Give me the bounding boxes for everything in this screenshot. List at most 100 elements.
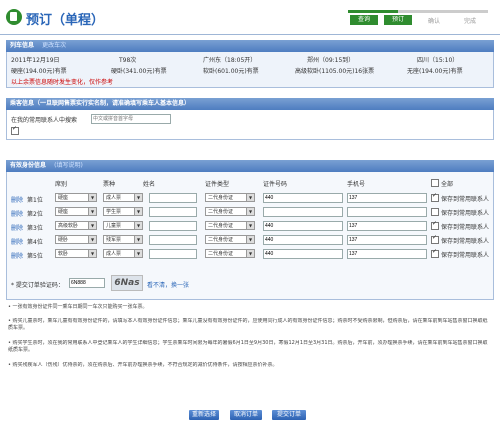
- passenger-position: 第2位: [27, 211, 43, 218]
- ticket-icon: [6, 9, 22, 25]
- train-from: 广州东（18:05开）: [203, 57, 257, 64]
- seat-info: 硬座(194.00元)有票: [11, 68, 67, 75]
- train-info-header: 列车信息 更改车次: [6, 40, 494, 52]
- chevron-down-icon: ▼: [246, 208, 254, 215]
- passenger-name-input[interactable]: [149, 235, 197, 245]
- passenger-position: 第4位: [27, 239, 43, 246]
- passenger-position: 第1位: [27, 197, 43, 204]
- col-idtype: 证件类型: [205, 181, 230, 188]
- change-train-link[interactable]: 更改车次: [42, 42, 66, 49]
- delete-row-link[interactable]: 删除: [11, 223, 23, 232]
- chevron-down-icon: ▼: [134, 208, 142, 215]
- delete-row-link[interactable]: 删除: [11, 251, 23, 260]
- id-type-select[interactable]: 二代身份证 ▼: [205, 193, 255, 202]
- train-to: 四川（15:10）: [417, 57, 459, 64]
- delete-row-link[interactable]: 删除: [11, 195, 23, 204]
- save-contact-label: 保存到常用联系人: [441, 252, 490, 259]
- step-query: 查询: [350, 15, 378, 25]
- train-via: 郑州（09:15到）: [307, 57, 355, 64]
- chevron-down-icon: ▼: [246, 236, 254, 243]
- ticket-type-select[interactable]: 成人票 ▼: [103, 249, 143, 258]
- col-all: 全部: [441, 181, 454, 188]
- save-contact-checkbox[interactable]: [431, 208, 439, 216]
- chevron-down-icon: ▼: [88, 208, 96, 215]
- save-contact-checkbox[interactable]: [431, 234, 439, 244]
- id-number-input[interactable]: [263, 235, 343, 245]
- phone-input[interactable]: [347, 249, 427, 259]
- seat-select[interactable]: 硬座 ▼: [55, 207, 97, 216]
- train-date: 2011年12月19日: [11, 57, 60, 64]
- captcha-input[interactable]: [69, 278, 105, 288]
- chevron-down-icon: ▼: [246, 222, 254, 229]
- seat-select[interactable]: 软卧 ▼: [55, 249, 97, 258]
- notes-list: • 一张有效身份证件同一乘车日期同一车次只能购买一张车票。 • 购买儿童票时，乘…: [8, 304, 492, 384]
- progress-steps: 查询 预订 确认 完成: [348, 10, 488, 28]
- save-contact-checkbox[interactable]: [431, 248, 439, 258]
- captcha-label: * 提交订单验证码：: [11, 282, 64, 289]
- phone-input[interactable]: [347, 207, 427, 217]
- id-info-header: 有效身份信息 (填写说明): [6, 160, 494, 172]
- save-contact-label: 保存到常用联系人: [441, 210, 490, 217]
- save-contact-checkbox[interactable]: [431, 220, 439, 230]
- chevron-down-icon: ▼: [88, 222, 96, 229]
- seat-info: 无座(194.00元)有票: [407, 68, 463, 75]
- chevron-down-icon: ▼: [88, 236, 96, 243]
- col-seat: 席别: [55, 181, 68, 188]
- contact-select-checkbox[interactable]: [11, 125, 19, 135]
- seat-info: 高级软卧(1105.00元)16张票: [295, 68, 375, 75]
- id-number-input[interactable]: [263, 207, 343, 217]
- refresh-captcha-link[interactable]: 看不清，换一张: [147, 280, 189, 289]
- chevron-down-icon: ▼: [134, 236, 142, 243]
- captcha-image: 6Nas: [111, 275, 143, 291]
- phone-input[interactable]: [347, 193, 427, 203]
- page-title: 预订（单程）: [26, 13, 105, 28]
- save-contact-label: 保存到常用联系人: [441, 224, 490, 231]
- contact-search-input[interactable]: [91, 114, 171, 124]
- chevron-down-icon: ▼: [88, 250, 96, 257]
- ticket-type-select[interactable]: 儿童票 ▼: [103, 221, 143, 230]
- step-confirm: 确认: [427, 18, 440, 25]
- passenger-position: 第5位: [27, 253, 43, 260]
- reselect-button[interactable]: 重新选择: [189, 410, 219, 420]
- seat-select[interactable]: 高级软卧 ▼: [55, 221, 97, 230]
- chevron-down-icon: ▼: [246, 194, 254, 201]
- seat-info: 硬卧(341.00元)有票: [111, 68, 167, 75]
- delete-row-link[interactable]: 删除: [11, 209, 23, 218]
- passenger-name-input[interactable]: [149, 221, 197, 231]
- passenger-position: 第3位: [27, 225, 43, 232]
- passenger-name-input[interactable]: [149, 249, 197, 259]
- fill-guide-link[interactable]: (填写说明): [54, 162, 83, 169]
- id-number-input[interactable]: [263, 249, 343, 259]
- seat-select[interactable]: 硬卧 ▼: [55, 235, 97, 244]
- save-contact-checkbox[interactable]: [431, 192, 439, 202]
- id-number-input[interactable]: [263, 221, 343, 231]
- step-book: 预订: [384, 15, 412, 25]
- select-all-checkbox[interactable]: [431, 179, 439, 187]
- submit-order-button[interactable]: 提交订单: [272, 410, 306, 420]
- page-header: 预订（单程） 查询 预订 确认 完成: [0, 0, 500, 34]
- contact-search-label: 在我的常用联系人中搜索: [11, 117, 78, 124]
- col-name: 姓名: [143, 181, 156, 188]
- id-type-select[interactable]: 二代身份证 ▼: [205, 207, 255, 216]
- col-ticket: 票种: [103, 181, 116, 188]
- delete-row-link[interactable]: 删除: [11, 237, 23, 246]
- availability-note: 以上余票信息随时发生变化，仅作参考: [11, 79, 114, 86]
- note-item: • 购买儿童票时，乘车儿童有有效身份证件的，请填写本人有效身份证件信息；乘车儿童…: [8, 318, 488, 331]
- ticket-type-select[interactable]: 学生票 ▼: [103, 207, 143, 216]
- id-type-select[interactable]: 二代身份证 ▼: [205, 221, 255, 230]
- col-idno: 证件号码: [263, 181, 288, 188]
- id-number-input[interactable]: [263, 193, 343, 203]
- id-type-select[interactable]: 二代身份证 ▼: [205, 249, 255, 258]
- ticket-type-select[interactable]: 成人票 ▼: [103, 193, 143, 202]
- passenger-name-input[interactable]: [149, 207, 197, 217]
- chevron-down-icon: ▼: [134, 222, 142, 229]
- cancel-order-button[interactable]: 取消订单: [230, 410, 262, 420]
- id-type-select[interactable]: 二代身份证 ▼: [205, 235, 255, 244]
- passenger-name-input[interactable]: [149, 193, 197, 203]
- train-info-panel: 2011年12月19日 T98次 广州东（18:05开） 郑州（09:15到） …: [6, 52, 494, 88]
- phone-input[interactable]: [347, 221, 427, 231]
- ticket-type-select[interactable]: 残军票 ▼: [103, 235, 143, 244]
- phone-input[interactable]: [347, 235, 427, 245]
- seat-select[interactable]: 硬座 ▼: [55, 193, 97, 202]
- chevron-down-icon: ▼: [246, 250, 254, 257]
